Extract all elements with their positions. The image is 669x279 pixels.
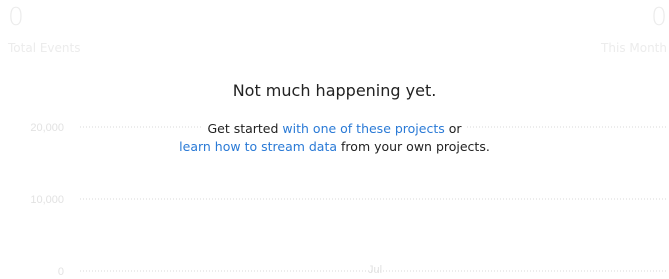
empty-state-suffix: from your own projects. <box>341 139 490 154</box>
empty-state-or: or <box>448 121 462 136</box>
empty-state-prefix: Get started <box>207 121 279 136</box>
empty-state-message: Get started with one of these projects o… <box>0 120 669 156</box>
example-projects-link[interactable]: with one of these projects <box>282 121 444 136</box>
stream-data-guide-link[interactable]: learn how to stream data <box>179 139 337 154</box>
chart-x-ticks: Jul <box>368 264 382 276</box>
x-tick-label: Jul <box>368 264 382 276</box>
y-tick-label: 10,000 <box>30 194 64 206</box>
y-tick-label: 0 <box>58 266 64 278</box>
